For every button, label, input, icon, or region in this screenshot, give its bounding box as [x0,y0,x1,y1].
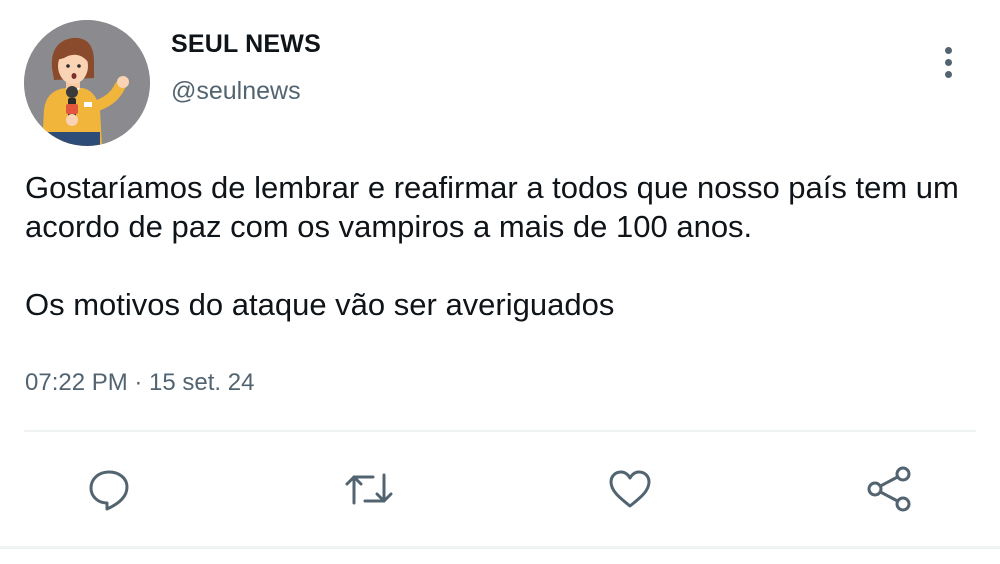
reply-button[interactable] [82,462,136,516]
more-vertical-icon-dot [944,70,952,78]
tweet-card: SEUL NEWS @seulnews Gostaríamos de lembr… [0,0,1000,564]
like-button[interactable] [603,462,657,516]
retweet-icon [345,473,393,505]
share-icon [867,466,911,512]
tweet-text: Gostaríamos de lembrar e reafirmar a tod… [25,168,985,324]
author-handle[interactable]: @seulnews [171,77,301,106]
tweet-paragraph: Gostaríamos de lembrar e reafirmar a tod… [25,170,959,244]
tweet-timestamp[interactable]: 07:22 PM · 15 set. 24 [25,369,254,397]
like-icon [609,470,651,508]
tweet-paragraph: Os motivos do ataque vão ser averiguados [25,287,615,322]
divider [24,430,976,432]
avatar[interactable] [24,20,150,146]
author-name[interactable]: SEUL NEWS [171,30,321,59]
more-vertical-icon-dot [944,58,952,66]
more-vertical-icon-dot [944,46,952,54]
news-reporter-avatar-icon [24,20,150,146]
share-button[interactable] [863,462,917,516]
retweet-button[interactable] [342,462,396,516]
divider [0,546,1000,549]
reply-icon [89,470,129,511]
more-options-button[interactable] [932,42,964,82]
